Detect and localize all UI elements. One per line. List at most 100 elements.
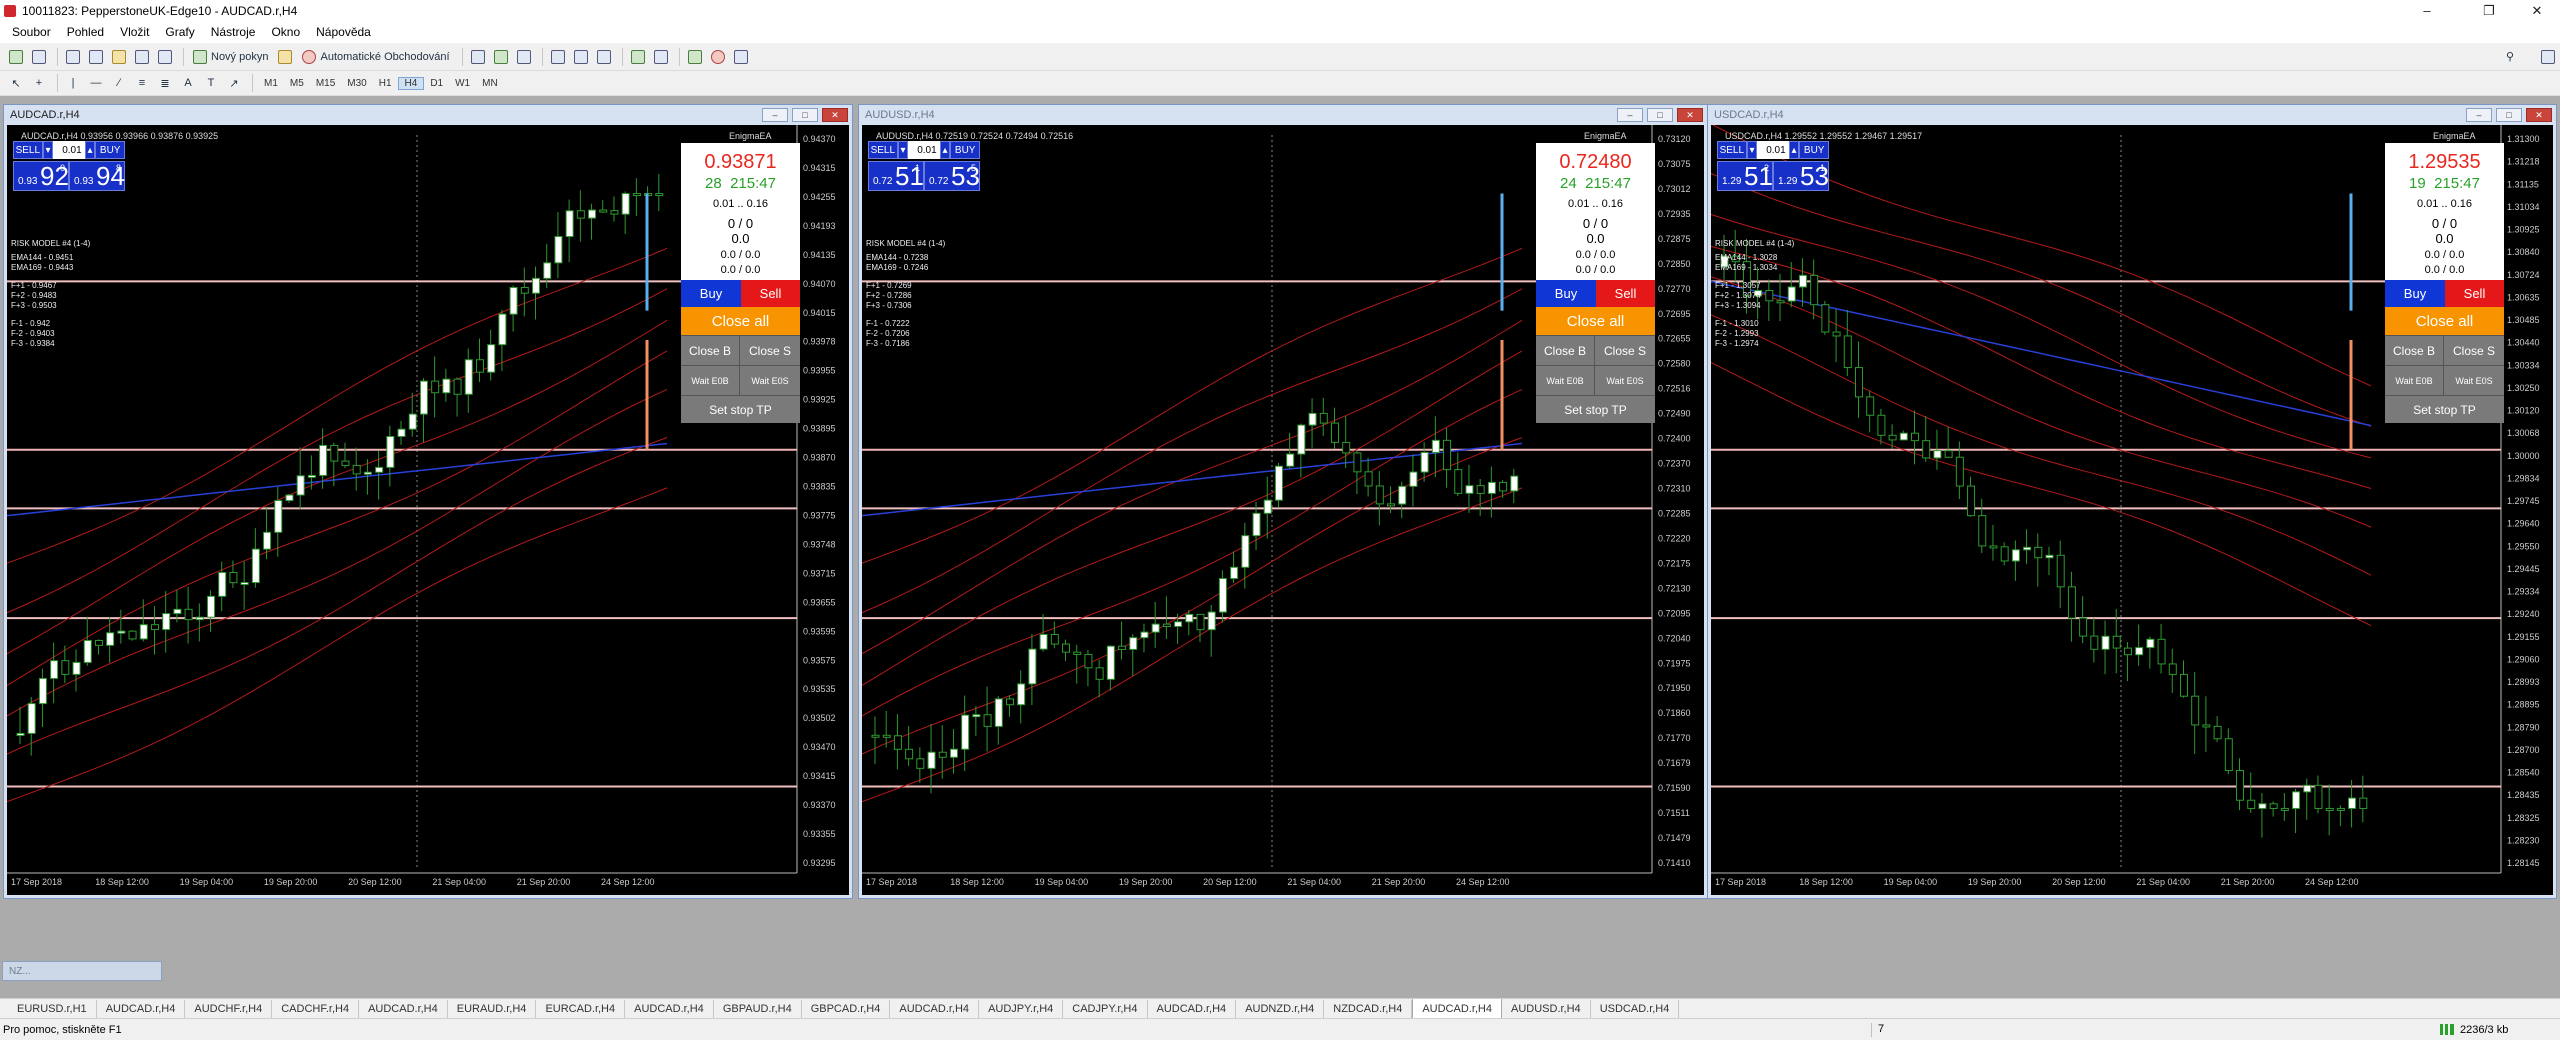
timeframe-m1[interactable]: M1 [258, 78, 284, 89]
close-buy-button[interactable]: Close B [2385, 335, 2444, 365]
one-click-buy-button[interactable]: BUY [95, 141, 125, 159]
zoom-out-icon[interactable] [571, 47, 591, 67]
chart-close-icon[interactable]: ✕ [822, 108, 848, 122]
wait-e0b-button[interactable]: Wait E0B [681, 365, 740, 395]
one-click-buy-button[interactable]: BUY [950, 141, 980, 159]
close-sell-button[interactable]: Close S [1595, 335, 1655, 365]
close-sell-button[interactable]: Close S [740, 335, 800, 365]
chart-canvas[interactable]: 0.73120 0.73075 0.73012 0.72935 0.72875 0.728… [862, 125, 1704, 895]
minimize-icon[interactable]: – [2404, 0, 2450, 21]
auto-trading-button[interactable]: Automatické Obchodování [298, 47, 453, 67]
chart-tab[interactable]: EURAUD.r,H4 [448, 1000, 537, 1018]
timeframe-mn[interactable]: MN [476, 78, 504, 89]
chart-minimize-icon[interactable]: – [2466, 108, 2492, 122]
timeframe-d1[interactable]: D1 [424, 78, 449, 89]
candlestick-icon[interactable] [491, 47, 511, 67]
menu-tools[interactable]: Nástroje [203, 25, 264, 39]
chart-tab[interactable]: AUDCAD.r,H4 [890, 1000, 980, 1018]
lot-up-icon[interactable]: ▴ [1788, 141, 1800, 159]
chart-tab[interactable]: NZDCAD.r,H4 [1324, 1000, 1413, 1018]
lot-size-input[interactable]: 0.01 [908, 141, 940, 159]
chart-tab[interactable]: AUDCAD.r,H4 [1412, 999, 1502, 1018]
wait-e0b-button[interactable]: Wait E0B [1536, 365, 1595, 395]
chart-maximize-icon[interactable]: □ [2496, 108, 2522, 122]
close-all-button[interactable]: Close all [2385, 307, 2504, 335]
timeframe-h1[interactable]: H1 [373, 78, 398, 89]
chart-tab[interactable]: AUDCAD.r,H4 [1148, 1000, 1237, 1018]
fibonacci-icon[interactable]: ≣ [155, 73, 175, 93]
chart-tab[interactable]: AUDCAD.r,H4 [359, 1000, 448, 1018]
profiles-icon[interactable] [29, 47, 49, 67]
trendline-icon[interactable]: ∕ [109, 73, 129, 93]
chat-icon[interactable] [2538, 47, 2558, 67]
ask-price[interactable]: 0.93 94 8 [69, 161, 125, 191]
lot-up-icon[interactable]: ▴ [84, 141, 96, 159]
restore-icon[interactable]: ❐ [2466, 0, 2512, 21]
one-click-sell-button[interactable]: SELL [868, 141, 898, 159]
periods-icon[interactable] [708, 47, 728, 67]
timeframe-m15[interactable]: M15 [310, 78, 341, 89]
wait-e0s-button[interactable]: Wait E0S [2444, 365, 2504, 395]
indicators-icon[interactable] [685, 47, 705, 67]
bid-price[interactable]: 0.72 51 1 [868, 161, 924, 191]
set-stop-tp-button[interactable]: Set stop TP [2385, 395, 2504, 423]
chart-shift-icon[interactable] [651, 47, 671, 67]
timeframe-m5[interactable]: M5 [284, 78, 310, 89]
templates-icon[interactable] [731, 47, 751, 67]
arrows-icon[interactable]: ↗ [224, 73, 244, 93]
auto-scroll-icon[interactable] [628, 47, 648, 67]
panel-sell-button[interactable]: Sell [1596, 280, 1655, 307]
chart-close-icon[interactable]: ✕ [1677, 108, 1703, 122]
lot-down-icon[interactable]: ▾ [1746, 141, 1758, 159]
menu-window[interactable]: Okno [263, 25, 308, 39]
timeframe-m30[interactable]: M30 [341, 78, 372, 89]
chart-close-icon[interactable]: ✕ [2526, 108, 2552, 122]
ask-price[interactable]: 0.72 53 5 [924, 161, 980, 191]
panel-buy-button[interactable]: Buy [681, 280, 741, 307]
menu-file[interactable]: Soubor [4, 25, 59, 39]
one-click-sell-button[interactable]: SELL [1717, 141, 1747, 159]
chart-tab[interactable]: AUDCAD.r,H4 [625, 1000, 714, 1018]
timeframe-w1[interactable]: W1 [449, 78, 476, 89]
data-window-icon[interactable] [86, 47, 106, 67]
market-watch-icon[interactable] [63, 47, 83, 67]
navigator-icon[interactable] [109, 47, 129, 67]
chart-minimize-icon[interactable]: – [762, 108, 788, 122]
equidistant-channel-icon[interactable]: ≡ [132, 73, 152, 93]
chart-window[interactable]: AUDCAD.r,H4 – □ ✕ 0.94370 0.94315 0.94255 0… [3, 104, 853, 899]
crosshair-icon[interactable]: + [29, 73, 49, 93]
chart-tab[interactable]: AUDNZD.r,H4 [1236, 1000, 1325, 1018]
chart-canvas[interactable]: 1.31300 1.31218 1.31135 1.31034 1.30925 1.308… [1711, 125, 2553, 895]
cursor-icon[interactable]: ↖ [6, 73, 26, 93]
close-buy-button[interactable]: Close B [1536, 335, 1595, 365]
chart-tab[interactable]: AUDJPY.r,H4 [979, 1000, 1064, 1018]
bar-chart-icon[interactable] [468, 47, 488, 67]
search-icon[interactable]: ⚲ [2500, 47, 2520, 67]
chart-canvas[interactable]: 0.94370 0.94315 0.94255 0.94193 0.94135 0.940… [7, 125, 849, 895]
strategy-tester-icon[interactable] [155, 47, 175, 67]
chart-tab[interactable]: AUDCHF.r,H4 [185, 1000, 273, 1018]
timeframe-h4[interactable]: H4 [397, 76, 425, 90]
close-all-button[interactable]: Close all [681, 307, 800, 335]
ask-price[interactable]: 1.29 53 1 [1773, 161, 1829, 191]
chart-tab[interactable]: CADCHF.r,H4 [272, 1000, 360, 1018]
new-order-button[interactable]: Nový pokyn [189, 47, 272, 67]
chart-tab[interactable]: AUDCAD.r,H4 [97, 1000, 186, 1018]
wait-e0s-button[interactable]: Wait E0S [1595, 365, 1655, 395]
panel-sell-button[interactable]: Sell [2445, 280, 2504, 307]
panel-buy-button[interactable]: Buy [1536, 280, 1596, 307]
one-click-sell-button[interactable]: SELL [13, 141, 43, 159]
text-label-icon[interactable]: T [201, 73, 221, 93]
chart-maximize-icon[interactable]: □ [1647, 108, 1673, 122]
panel-buy-button[interactable]: Buy [2385, 280, 2445, 307]
lot-size-input[interactable]: 0.01 [1757, 141, 1789, 159]
chart-tab[interactable]: EURUSD.r,H1 [8, 1000, 97, 1018]
close-icon[interactable]: ✕ [2514, 0, 2560, 21]
chart-window[interactable]: AUDUSD.r,H4 – □ ✕ 0.73120 0.73075 0.73012 0… [858, 104, 1708, 899]
set-stop-tp-button[interactable]: Set stop TP [681, 395, 800, 423]
menu-insert[interactable]: Vložit [112, 25, 157, 39]
text-icon[interactable]: A [178, 73, 198, 93]
metaeditor-icon[interactable] [275, 47, 295, 67]
chart-maximize-icon[interactable]: □ [792, 108, 818, 122]
panel-sell-button[interactable]: Sell [741, 280, 800, 307]
